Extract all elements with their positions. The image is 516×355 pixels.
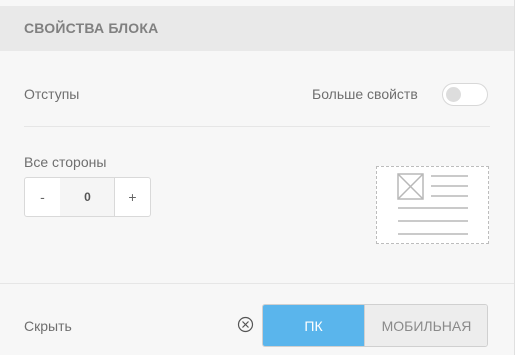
all-sides-label: Все стороны bbox=[24, 154, 107, 170]
block-layout-preview-icon bbox=[397, 173, 468, 235]
panel-title: СВОЙСТВА БЛОКА bbox=[24, 20, 159, 36]
circle-x-icon[interactable] bbox=[237, 316, 254, 333]
padding-label: Отступы bbox=[24, 86, 80, 102]
block-preview bbox=[376, 166, 489, 244]
mobile-option-button[interactable]: МОБИЛЬНАЯ bbox=[364, 305, 487, 346]
decrement-button[interactable]: - bbox=[25, 178, 61, 216]
section-divider bbox=[0, 283, 514, 284]
all-sides-stepper: - 0 + bbox=[24, 177, 151, 217]
increment-button[interactable]: + bbox=[114, 178, 150, 216]
panel-header: СВОЙСТВА БЛОКА bbox=[0, 6, 514, 51]
hide-label: Скрыть bbox=[24, 318, 72, 334]
divider bbox=[24, 126, 490, 127]
more-properties-label: Больше свойств bbox=[312, 86, 418, 102]
pc-option-button[interactable]: ПК bbox=[263, 305, 364, 346]
all-sides-value[interactable]: 0 bbox=[60, 178, 115, 216]
more-properties-toggle[interactable] bbox=[442, 83, 488, 106]
block-properties-panel: СВОЙСТВА БЛОКА Отступы Больше свойств Вс… bbox=[0, 0, 515, 355]
toggle-knob bbox=[446, 87, 461, 102]
device-visibility-toggle: ПК МОБИЛЬНАЯ bbox=[262, 304, 488, 347]
